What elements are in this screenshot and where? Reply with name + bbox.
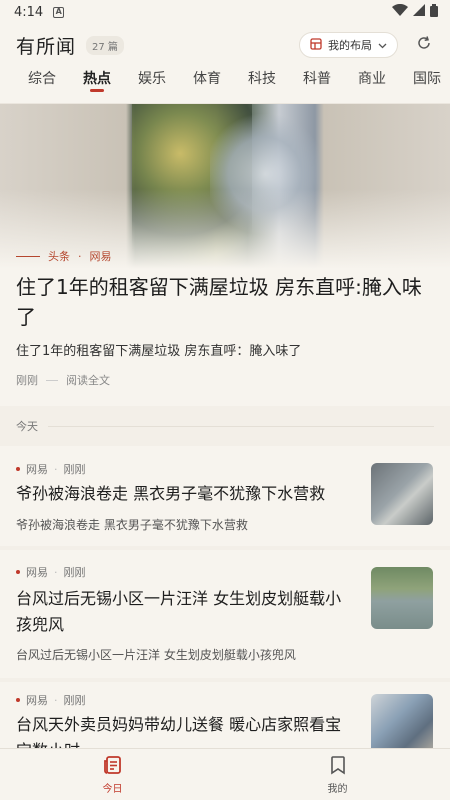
news-time: 刚刚 (63, 694, 86, 707)
news-thumbnail (371, 567, 433, 629)
signal-icon (413, 4, 425, 20)
nav-today-label: 今日 (102, 783, 123, 795)
news-meta: 网易 · 刚刚 (16, 692, 86, 708)
news-title[interactable]: 台风天外卖员妈妈带幼儿送餐 暖心店家照看宝宝数小时 (16, 712, 356, 752)
notification-icon: A (53, 6, 65, 18)
status-bar: 4:14 A (0, 0, 450, 24)
my-layout-label: 我的布局 (328, 39, 372, 52)
tab-business[interactable]: 商业 (358, 66, 386, 96)
hero-article[interactable]: 头条 · 网易 住了1年的租客留下满屋垃圾 房东直呼:腌入味了 住了1年的租客留… (0, 104, 450, 406)
news-source: 网易 (26, 566, 48, 579)
newspaper-icon (103, 755, 123, 778)
news-summary: 爷孙被海浪卷走 黑衣男子毫不犹豫下水营救 (16, 518, 248, 532)
tab-international[interactable]: 国际 (413, 66, 441, 96)
my-layout-button[interactable]: 我的布局 (299, 32, 398, 58)
status-time: 4:14 (14, 4, 44, 20)
news-source: 网易 (26, 694, 48, 707)
nav-mine-label: 我的 (327, 783, 348, 795)
news-time: 刚刚 (63, 566, 86, 579)
refresh-button[interactable] (414, 35, 434, 55)
news-meta: 网易 · 刚刚 (16, 564, 86, 580)
news-thumbnail (371, 694, 433, 752)
category-tabs: 综合 热点 娱乐 体育 科技 科普 商业 国际 (0, 66, 450, 104)
news-title[interactable]: 爷孙被海浪卷走 黑衣男子毫不犹豫下水营救 (16, 481, 356, 507)
hero-image (0, 104, 450, 269)
hero-title[interactable]: 住了1年的租客留下满屋垃圾 房东直呼:腌入味了 (16, 272, 426, 332)
hero-footer: 刚刚 阅读全文 (16, 372, 110, 388)
wifi-icon (392, 3, 408, 20)
news-title[interactable]: 台风过后无锡小区一片汪洋 女生划皮划艇载小孩兜风 (16, 586, 356, 638)
bottom-navigation: 今日 我的 (0, 748, 450, 800)
tab-entertainment[interactable]: 娱乐 (138, 66, 166, 96)
app-header: 有所闻 27 篇 我的布局 (0, 24, 450, 66)
hero-meta: 头条 · 网易 (16, 248, 112, 264)
news-item[interactable]: 网易 · 刚刚 爷孙被海浪卷走 黑衣男子毫不犹豫下水营救 爷孙被海浪卷走 黑衣男… (0, 446, 450, 546)
tab-sports[interactable]: 体育 (193, 66, 221, 96)
layout-icon (310, 37, 322, 53)
article-count-badge: 27 篇 (86, 35, 124, 55)
hero-source: 网易 (89, 250, 112, 263)
news-item[interactable]: 网易 · 刚刚 台风过后无锡小区一片汪洋 女生划皮划艇载小孩兜风 台风过后无锡小… (0, 550, 450, 678)
app-title: 有所闻 (16, 35, 77, 58)
chevron-down-icon (378, 39, 387, 52)
news-item[interactable]: 网易 · 刚刚 台风天外卖员妈妈带幼儿送餐 暖心店家照看宝宝数小时 (0, 682, 450, 752)
hero-time: 刚刚 (16, 374, 38, 387)
tab-tech[interactable]: 科技 (248, 66, 276, 96)
tab-general[interactable]: 综合 (28, 66, 56, 96)
battery-icon (430, 3, 438, 21)
hero-summary: 住了1年的租客留下满屋垃圾 房东直呼：腌入味了 (16, 344, 302, 359)
news-thumbnail (371, 463, 433, 525)
tab-science[interactable]: 科普 (303, 66, 331, 96)
nav-today[interactable]: 今日 (0, 749, 225, 800)
refresh-icon (416, 35, 432, 55)
hero-category: 头条 (48, 250, 70, 263)
bookmark-icon (329, 755, 347, 778)
news-summary: 台风过后无锡小区一片汪洋 女生划皮划艇载小孩兜风 (16, 648, 296, 662)
tab-hot[interactable]: 热点 (83, 66, 111, 96)
news-time: 刚刚 (63, 463, 86, 476)
nav-mine[interactable]: 我的 (225, 749, 450, 800)
news-source: 网易 (26, 463, 48, 476)
section-label: 今天 (16, 420, 38, 433)
today-divider: 今天 (16, 418, 434, 434)
read-full-link[interactable]: 阅读全文 (66, 372, 110, 388)
news-meta: 网易 · 刚刚 (16, 461, 86, 477)
